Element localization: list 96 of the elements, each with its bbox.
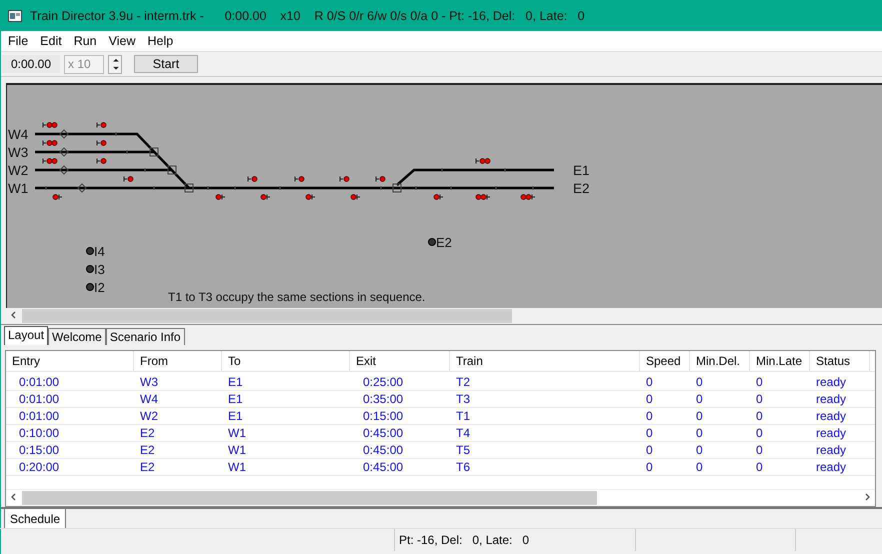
table-cell-text: 0 [695,460,704,474]
column-header[interactable]: To [222,351,350,371]
table-cell-text: 0:45:00 [362,460,404,474]
table-cell-text: 0 [695,443,704,457]
track-label: W2 [8,163,28,178]
track-label: W4 [8,127,28,142]
place-icon [428,238,436,246]
place-icon [86,265,94,273]
track-label: E2 [573,181,590,196]
table-cell-text: 0 [645,426,654,440]
scrollbar[interactable] [6,489,875,506]
column-header[interactable]: Train [450,351,640,371]
table-cell-text: T3 [455,392,472,406]
track-label: W1 [8,181,28,196]
menu-item[interactable]: Edit [34,34,68,48]
column-header[interactable]: From [134,351,222,371]
tab[interactable]: Schedule [4,509,66,529]
table-cell-text: 0 [695,426,704,440]
table-cell-text: 0:15:00 [18,443,60,457]
column-header[interactable]: Min.Del. [690,351,750,371]
table-cell-text: 0 [645,409,654,423]
column-header[interactable]: Min.Late [750,351,810,371]
place-label: I4 [94,244,105,259]
table-cell-text: W3 [139,375,159,389]
table-cell-text: ready [815,426,848,440]
app-icon [8,10,22,22]
table-cell-text: 0 [645,460,654,474]
track-label: E1 [573,163,590,178]
table-cell-text: W1 [227,426,247,440]
table-cell-text: W1 [227,460,247,474]
table-cell-text: 0 [645,375,654,389]
table-cell-text: 0:01:00 [18,375,60,389]
table-cell-text: 0 [645,443,654,457]
table-cell-text: E2 [139,460,156,474]
start-button[interactable]: Start [134,55,198,73]
table-cell-text: 0 [645,392,654,406]
window-title: Train Director 3.9u - interm.trk - 0:00.00 x10 R 0/S 0/r 6/w 0/s 0/a 0 - Pt: -16, Del: 0, Late: 0 [30,8,585,22]
tab[interactable]: Scenario Info [106,328,185,345]
table-cell-text: 0 [755,392,764,406]
table-cell-text: ready [815,443,848,457]
table-cell-text: E1 [227,409,244,423]
column-header[interactable]: Status [810,351,870,371]
table-cell-text: E1 [227,375,244,389]
track-label: W3 [8,145,28,160]
tab[interactable]: Layout [4,326,48,345]
menu-item[interactable]: View [102,34,142,48]
table-cell-text: 0:45:00 [362,426,404,440]
table-cell-text: T6 [455,460,472,474]
table-cell-text: 0 [695,392,704,406]
table-cell-text: 0 [695,375,704,389]
table-cell-text: 0 [755,426,764,440]
table-cell-text: T1 [455,409,472,423]
table-cell-text: W2 [139,409,159,423]
table-cell-text: 0:01:00 [18,409,60,423]
tab[interactable]: Welcome [48,328,106,345]
table-cell-text: E2 [139,443,156,457]
table-cell-text: E2 [139,426,156,440]
clock-display: 0:00.00 [2,55,60,73]
table-cell-text: 0:20:00 [18,460,60,474]
table-cell-text: 0:35:00 [362,392,404,406]
place-label: I2 [94,280,105,295]
table-cell-text: W4 [139,392,159,406]
table-cell-text: 0 [755,375,764,389]
table-cell-text: 0:25:00 [362,375,404,389]
status-text: Pt: -16, Del: 0, Late: 0 [395,529,636,551]
table-cell-text: ready [815,392,848,406]
table-cell-text: T2 [455,375,472,389]
column-header[interactable]: Exit [350,351,450,371]
table-cell-text: W1 [227,443,247,457]
table-cell-text: 0 [755,443,764,457]
table-cell-text: 0 [755,409,764,423]
up-arrow-icon [113,58,119,62]
place-icon [86,283,94,291]
layout-message: T1 to T3 occupy the same sections in sequence. [168,290,426,304]
table-cell-text: E1 [227,392,244,406]
table-cell-text: 0:45:00 [362,443,404,457]
table-cell-text: T5 [455,443,472,457]
table-cell-text: 0 [695,409,704,423]
table-cell-text: ready [815,460,848,474]
table-cell-text: 0:10:00 [18,426,60,440]
table-cell-text: 0:01:00 [18,392,60,406]
column-header[interactable]: Speed [640,351,690,371]
spin-button[interactable] [108,54,122,74]
table-cell-text: 0 [755,460,764,474]
place-label: I3 [94,262,105,277]
table-cell-text: ready [815,409,848,423]
place-icon [86,247,94,255]
column-header[interactable]: Entry [6,351,134,371]
down-arrow-icon [113,66,119,70]
place-label: E2 [436,235,452,250]
table-cell-text: ready [815,375,848,389]
menu-item[interactable]: File [2,34,34,48]
menu-item[interactable]: Run [68,34,103,48]
table-cell-text: 0:15:00 [362,409,404,423]
table-cell-text: T4 [455,426,472,440]
menu-item[interactable]: Help [142,34,180,48]
